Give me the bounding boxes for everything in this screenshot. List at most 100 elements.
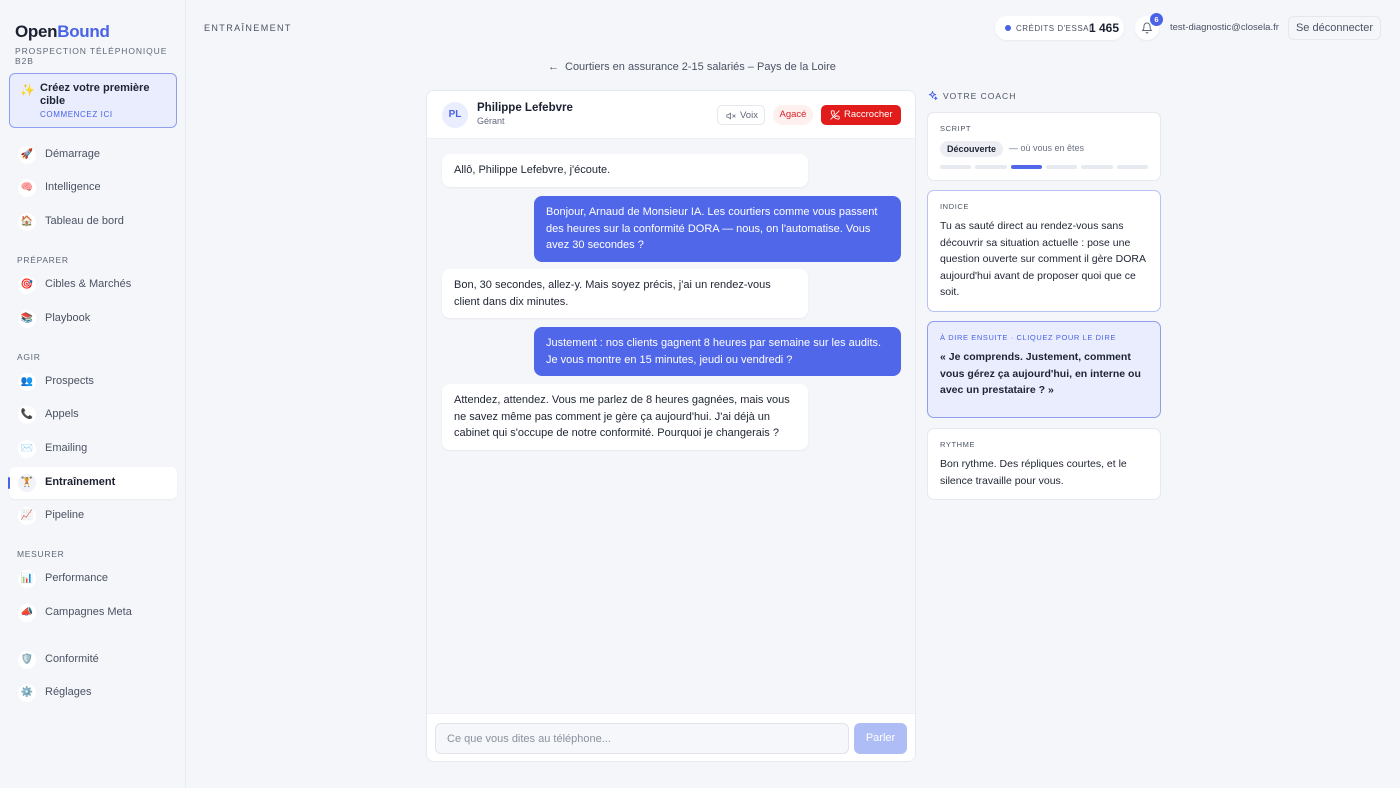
phone-off-icon (830, 110, 840, 120)
sidebar-item-entrainement[interactable]: 🏋️ Entraînement (8, 467, 177, 499)
sidebar-item-pipeline[interactable]: 📈 Pipeline (9, 500, 177, 532)
sidebar-item-campagnes-meta[interactable]: 📣 Campagnes Meta (9, 597, 177, 629)
sidebar-item-appels[interactable]: 📞 Appels (9, 399, 177, 431)
page-title: Entraînement (204, 23, 292, 33)
logout-button[interactable]: Se déconnecter (1288, 16, 1381, 40)
message-prospect: Bon, 30 secondes, allez-y. Mais soyez pr… (442, 269, 808, 318)
nav-section-agir: Agir (17, 352, 41, 362)
rhythm-text: Bon rythme. Des répliques courtes, et le… (940, 458, 1127, 487)
sidebar-item-label: Démarrage (45, 148, 101, 160)
target-title: Courtiers en assurance 2-15 salariés – P… (565, 61, 836, 73)
phone-icon: 📞 (18, 406, 36, 424)
sidebar-item-label: Entraînement (45, 476, 116, 488)
message-prospect: Attendez, attendez. Vous me parlez de 8 … (442, 384, 808, 450)
speaker-muted-icon (726, 112, 736, 120)
script-step-segment (1081, 165, 1113, 169)
next-line-suggestion[interactable]: À dire ensuite · cliquez pour le dire « … (927, 321, 1161, 418)
script-stage-note: — où vous en êtes (1009, 143, 1085, 153)
coach-rhythm-card: Rythme Bon rythme. Des répliques courtes… (927, 428, 1161, 500)
avatar: PL (442, 102, 468, 128)
sparkles-icon (928, 90, 938, 101)
brand-name-part1: Open (15, 22, 58, 41)
bar-chart-icon: 📊 (18, 570, 36, 588)
trial-credits: Crédits d'essai 1 465 (995, 16, 1124, 40)
sidebar-item-cibles-marches[interactable]: 🎯 Cibles & Marchés (9, 269, 177, 301)
shield-icon: 🛡️ (18, 651, 36, 669)
house-icon: 🏠 (18, 213, 36, 231)
books-icon: 📚 (18, 310, 36, 328)
weightlifter-icon: 🏋️ (18, 474, 36, 492)
script-step-segment (1046, 165, 1078, 169)
sidebar-item-label: Emailing (45, 442, 88, 454)
hangup-label: Raccrocher (844, 109, 893, 120)
contact-name: Philippe Lefebvre (477, 102, 573, 114)
cta-title: Créez votre première cible (40, 82, 150, 107)
script-step-segment (1116, 165, 1148, 169)
next-line-label: À dire ensuite · cliquez pour le dire (940, 333, 1116, 342)
sidebar-item-reglages[interactable]: ⚙️ Réglages (9, 677, 177, 709)
chart-up-icon: 📈 (18, 507, 36, 525)
hint-text: Tu as sauté direct au rendez-vous sans d… (940, 220, 1146, 298)
cta-link[interactable]: Commencez ici (40, 110, 113, 119)
create-target-cta[interactable]: ✨ Créez votre première cible Commencez i… (9, 73, 177, 128)
sidebar-item-intelligence[interactable]: 🧠 Intelligence (9, 172, 177, 204)
script-step-segment (940, 165, 972, 169)
coach-title-label: Votre coach (943, 91, 1017, 101)
message-user: Justement : nos clients gagnent 8 heures… (534, 327, 901, 376)
sidebar-item-tableau-de-bord[interactable]: 🏠 Tableau de bord (9, 206, 177, 238)
megaphone-icon: 📣 (18, 604, 36, 622)
voice-label: Voix (740, 110, 758, 121)
sidebar-item-label: Pipeline (45, 509, 85, 521)
brain-icon: 🧠 (18, 179, 36, 197)
call-simulation-panel: PL Philippe Lefebvre Gérant Voix Agacé R… (426, 90, 916, 762)
hangup-button[interactable]: Raccrocher (821, 105, 901, 125)
sidebar-item-label: Prospects (45, 375, 94, 387)
sidebar-item-emailing[interactable]: ✉️ Emailing (9, 433, 177, 465)
back-to-target-link[interactable]: ← Courtiers en assurance 2-15 salariés – … (548, 61, 836, 73)
coach-script-card: Script Découverte — où vous en êtes (927, 112, 1161, 181)
sidebar-item-label: Campagnes Meta (45, 606, 132, 618)
script-step-segment (1010, 165, 1042, 169)
sidebar-item-label: Appels (45, 408, 79, 420)
envelope-icon: ✉️ (18, 440, 36, 458)
sidebar-item-label: Performance (45, 572, 108, 584)
rocket-icon: 🚀 (18, 146, 36, 164)
brand-logo[interactable]: OpenBound (15, 22, 110, 42)
nav-section-mesurer: Mesurer (17, 549, 65, 559)
credits-label: Crédits d'essai (1016, 24, 1092, 33)
brand-name-part2: Bound (57, 22, 110, 41)
sidebar-item-demarrage[interactable]: 🚀 Démarrage (9, 139, 177, 171)
coach-title: Votre coach (927, 90, 1017, 101)
sidebar-item-label: Tableau de bord (45, 215, 124, 227)
coach-hint-card: Indice Tu as sauté direct au rendez-vous… (927, 190, 1161, 312)
voice-toggle-button[interactable]: Voix (717, 105, 765, 125)
speech-input[interactable] (435, 723, 849, 754)
message-prospect: Allô, Philippe Lefebvre, j'écoute. (442, 154, 808, 187)
sidebar-item-conformite[interactable]: 🛡️ Conformité (9, 644, 177, 676)
script-label: Script (940, 124, 972, 133)
script-step-segment (975, 165, 1007, 169)
speak-button[interactable]: Parler (854, 723, 907, 754)
target-icon: 🎯 (18, 276, 36, 294)
call-header: PL Philippe Lefebvre Gérant Voix Agacé R… (427, 91, 915, 139)
sidebar-item-label: Intelligence (45, 181, 101, 193)
sidebar-item-label: Playbook (45, 312, 91, 324)
message-list[interactable]: Allô, Philippe Lefebvre, j'écoute. Bonjo… (427, 139, 915, 713)
rhythm-label: Rythme (940, 440, 976, 449)
sidebar-item-label: Conformité (45, 653, 99, 665)
sidebar-item-playbook[interactable]: 📚 Playbook (9, 303, 177, 335)
sparkles-icon: ✨ (20, 83, 35, 97)
sidebar-item-prospects[interactable]: 👥 Prospects (9, 366, 177, 398)
mood-badge: Agacé (773, 105, 813, 125)
sidebar-item-label: Cibles & Marchés (45, 278, 132, 290)
hint-label: Indice (940, 202, 970, 211)
credits-dot-icon (1005, 25, 1011, 31)
gear-icon: ⚙️ (18, 684, 36, 702)
script-stage-badge: Découverte (940, 141, 1004, 157)
brand-tagline: Prospection téléphonique B2B (15, 46, 168, 66)
script-progress (940, 165, 1148, 169)
next-line-text: « Je comprends. Justement, comment vous … (940, 351, 1141, 396)
sidebar-item-performance[interactable]: 📊 Performance (9, 563, 177, 595)
composer: Parler (427, 713, 915, 761)
nav-section-preparer: Préparer (17, 255, 69, 265)
